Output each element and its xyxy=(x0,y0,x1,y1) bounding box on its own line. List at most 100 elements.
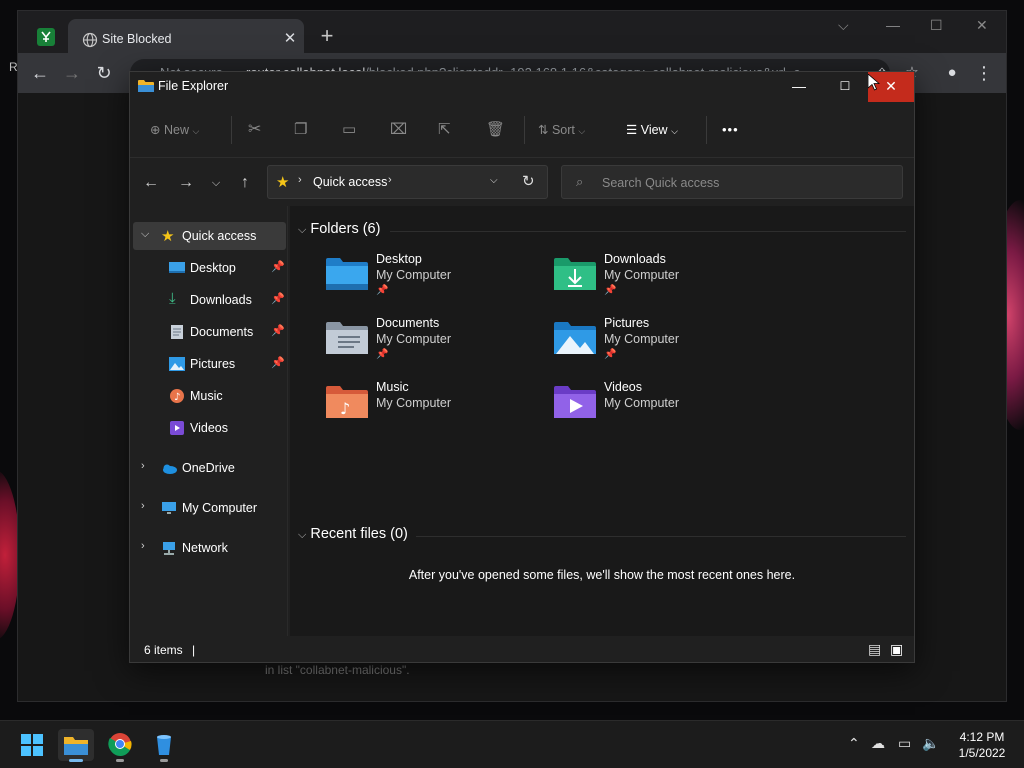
copy-icon[interactable]: ❐ xyxy=(294,118,307,142)
sidebar-item-documents[interactable]: Documents 📌 xyxy=(133,318,286,346)
explorer-titlebar[interactable]: File Explorer — ☐ ✕ xyxy=(130,72,914,102)
cloud-icon xyxy=(161,460,177,476)
music-folder-icon: ♪ xyxy=(326,384,368,420)
sidebar-item-quick-access[interactable]: ⌵ ★ Quick access xyxy=(133,222,286,250)
running-indicator xyxy=(160,759,168,762)
sidebar-item-network[interactable]: › Network xyxy=(133,534,286,562)
chevron-right-icon[interactable]: › xyxy=(141,500,145,512)
forward-arrow-icon[interactable]: → xyxy=(174,172,198,194)
item-count: 6 items xyxy=(144,643,183,657)
folder-tile-downloads[interactable]: Downloads My Computer 📌 xyxy=(554,252,764,308)
address-dropdown-icon[interactable]: ⌵ xyxy=(490,175,498,186)
back-arrow-icon[interactable]: ← xyxy=(28,61,52,85)
folder-tile-music[interactable]: ♪ Music My Computer xyxy=(326,380,536,436)
new-tab-button[interactable]: + xyxy=(316,25,338,47)
sidebar-item-music[interactable]: ♪ Music xyxy=(133,382,286,410)
maximize-icon[interactable]: ☐ xyxy=(822,72,868,102)
chevron-right-icon[interactable]: › xyxy=(141,540,145,552)
tab-search-icon[interactable] xyxy=(37,28,55,46)
content-pane: ⌵ Folders (6) Desktop My Computer 📌 Downl… xyxy=(290,206,914,636)
rename-icon[interactable]: ⌧ xyxy=(390,118,407,142)
documents-folder-icon xyxy=(326,320,368,356)
sidebar-item-my-computer[interactable]: › My Computer xyxy=(133,494,286,522)
breadcrumb-chevron-icon[interactable]: › xyxy=(388,174,392,186)
taskbar-recycle-bin-icon[interactable] xyxy=(146,729,182,762)
star-icon: ★ xyxy=(276,174,290,191)
tiles-view-icon[interactable]: ▣ xyxy=(890,641,903,658)
browser-menu-icon[interactable]: ⋮ xyxy=(972,61,996,85)
divider xyxy=(416,536,906,537)
breadcrumb-chevron-icon[interactable]: › xyxy=(298,174,302,186)
pictures-icon xyxy=(169,356,185,372)
cut-icon[interactable]: ✂ xyxy=(248,118,261,142)
navigation-pane: ⌵ ★ Quick access Desktop 📌 ⤓ Downloads 📌… xyxy=(130,206,288,636)
globe-icon xyxy=(82,32,98,48)
taskbar-chrome-icon[interactable] xyxy=(102,729,138,762)
window-title: File Explorer xyxy=(158,79,229,93)
details-view-icon[interactable]: ▤ xyxy=(868,641,881,658)
pin-icon: 📌 xyxy=(271,293,285,305)
chevron-down-icon[interactable]: ⌵ xyxy=(298,224,306,236)
reload-icon[interactable]: ↻ xyxy=(92,61,116,85)
folder-tile-documents[interactable]: Documents My Computer 📌 xyxy=(326,316,536,372)
more-options-icon[interactable]: ••• xyxy=(722,118,739,142)
folders-section-header[interactable]: ⌵ Folders (6) xyxy=(298,221,380,237)
breadcrumb-quick-access[interactable]: Quick access xyxy=(313,175,387,189)
divider xyxy=(231,116,232,144)
volume-icon[interactable]: 🔈 xyxy=(922,735,939,752)
back-arrow-icon[interactable]: ← xyxy=(139,172,163,194)
network-icon xyxy=(161,540,177,556)
system-clock[interactable]: 4:12 PM 1/5/2022 xyxy=(950,729,1014,761)
sidebar-item-downloads[interactable]: ⤓ Downloads 📌 xyxy=(133,286,286,314)
paste-icon[interactable]: ▭ xyxy=(342,118,356,142)
network-disconnected-icon[interactable]: ☁ xyxy=(871,735,885,752)
recent-files-section-header[interactable]: ⌵ Recent files (0) xyxy=(298,526,408,542)
pin-icon: 📌 xyxy=(604,285,617,296)
new-button[interactable]: ⊕ New ⌵ xyxy=(150,118,199,142)
file-explorer-window: File Explorer — ☐ ✕ ⊕ New ⌵ ✂ ❐ ▭ ⌧ ⇱ 🗑 … xyxy=(129,71,915,663)
divider xyxy=(706,116,707,144)
navigation-bar: ← → ⌵ ↑ ★ › Quick access › ⌵ ↻ ⌕ Search … xyxy=(130,158,914,206)
browser-maximize-icon[interactable]: ☐ xyxy=(930,17,943,34)
browser-minimize-icon[interactable]: — xyxy=(886,17,900,33)
computer-icon xyxy=(161,500,177,516)
sidebar-item-videos[interactable]: Videos xyxy=(133,414,286,442)
tab-close-icon[interactable]: ✕ xyxy=(280,29,300,49)
sidebar-item-desktop[interactable]: Desktop 📌 xyxy=(133,254,286,282)
chevron-right-icon[interactable]: › xyxy=(141,460,145,472)
tab-search-dropdown-icon[interactable]: ⌵ xyxy=(838,17,849,34)
music-icon: ♪ xyxy=(169,388,185,404)
address-bar[interactable]: ★ › Quick access › ⌵ ↻ xyxy=(267,165,548,199)
refresh-icon[interactable]: ↻ xyxy=(522,172,535,190)
folder-tile-videos[interactable]: Videos My Computer xyxy=(554,380,764,436)
folder-tile-pictures[interactable]: Pictures My Computer 📌 xyxy=(554,316,764,372)
videos-folder-icon xyxy=(554,384,596,420)
recent-locations-chevron-icon[interactable]: ⌵ xyxy=(204,172,228,194)
pin-icon: 📌 xyxy=(271,325,285,337)
display-icon[interactable]: ▭ xyxy=(898,735,911,752)
view-button[interactable]: ☰ View ⌵ xyxy=(626,118,678,142)
sidebar-item-onedrive[interactable]: › OneDrive xyxy=(133,454,286,482)
folder-tile-desktop[interactable]: Desktop My Computer 📌 xyxy=(326,252,536,308)
start-windows-icon[interactable] xyxy=(14,729,50,761)
status-divider: | xyxy=(192,643,196,657)
search-input[interactable]: ⌕ Search Quick access xyxy=(561,165,903,199)
minimize-icon[interactable]: — xyxy=(776,72,822,102)
up-arrow-icon[interactable]: ↑ xyxy=(233,172,257,194)
delete-icon[interactable]: 🗑 xyxy=(486,118,505,142)
command-bar: ⊕ New ⌵ ✂ ❐ ▭ ⌧ ⇱ 🗑 ⇅ Sort ⌵ ☰ View ⌵ ••… xyxy=(130,102,914,158)
browser-close-icon[interactable]: ✕ xyxy=(976,17,988,34)
sidebar-item-pictures[interactable]: Pictures 📌 xyxy=(133,350,286,378)
recent-files-empty-message: After you've opened some files, we'll sh… xyxy=(408,568,796,582)
sort-button[interactable]: ⇅ Sort ⌵ xyxy=(538,118,585,142)
forward-arrow-icon[interactable]: → xyxy=(60,61,84,85)
profile-icon[interactable]: ● xyxy=(940,61,964,85)
share-icon[interactable]: ⇱ xyxy=(438,118,451,142)
chevron-down-icon[interactable]: ⌵ xyxy=(141,228,149,241)
tab-title: Site Blocked xyxy=(102,32,172,46)
chevron-up-icon[interactable]: ⌃ xyxy=(848,735,860,752)
taskbar-file-explorer-icon[interactable] xyxy=(58,729,94,762)
video-icon xyxy=(169,420,185,436)
chevron-down-icon[interactable]: ⌵ xyxy=(298,529,306,541)
svg-text:♪: ♪ xyxy=(174,392,180,403)
